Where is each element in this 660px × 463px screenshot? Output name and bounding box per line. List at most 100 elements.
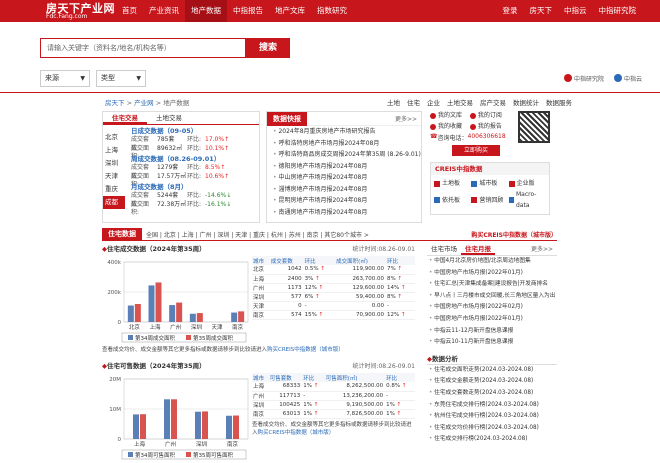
nav-industry-news[interactable]: 产业资讯 (143, 0, 185, 22)
list-item[interactable]: 住宅成交排行榜(2024.03-2024.08) (427, 434, 557, 446)
nav-library[interactable]: 地产文库 (269, 0, 311, 22)
city-item-active[interactable]: 成都 (103, 196, 125, 209)
list-item[interactable]: 住宅成交面积走势(2024.03-2024.08) (427, 365, 557, 377)
bulletin-item[interactable]: 2024年8月重庆房地产市场研究报告 (267, 126, 421, 138)
bulletin-item[interactable]: 呼和浩特房地产市场月报2024年08月 (267, 138, 421, 150)
stat-key: 成交面积: (131, 200, 150, 217)
tab-housing-deal[interactable]: 住宅交易 (103, 112, 147, 124)
link-data-service[interactable]: 数据服务 (546, 97, 572, 107)
list-item[interactable]: 中国房地产市场月报(2022年01月) (427, 268, 557, 280)
research-institute-link[interactable]: 中指研究院 (593, 0, 643, 22)
type-select[interactable]: 类型 ▼ (96, 69, 146, 87)
source-select[interactable]: 来源 ▼ (40, 69, 90, 87)
breadcrumb-fang[interactable]: 房天下 (105, 99, 125, 107)
data-bulletin-box: 数据快报 更多>> 2024年8月重庆房地产市场研究报告 呼和浩特房地产市场月报… (266, 111, 422, 223)
list-item[interactable]: 中国房地产市场月报(2022年02月) (427, 302, 557, 314)
link-enterprise[interactable]: 企业 (427, 97, 440, 107)
link-land[interactable]: 土地 (387, 97, 400, 107)
stat-row: 成交套数: 785套 环比: 17.0% ↑ (131, 136, 259, 152)
city-item[interactable]: 深圳 (103, 157, 125, 170)
table-cell: 深圳 (252, 400, 269, 410)
bulletin-item[interactable]: 呼和浩特商品房成交周报2024年第35周 (8.26-9.01) (267, 149, 421, 161)
bulletin-item[interactable]: 中山房地产市场月报2024年08月 (267, 172, 421, 184)
period-label: 统计时间: (352, 363, 379, 370)
tool-links: 我的文库 我的订阅 我的收藏 我的报告 (430, 111, 506, 131)
table-cell: 8% ↑ (386, 274, 415, 284)
link-house-trade[interactable]: 房产交易 (480, 97, 506, 107)
site-logo[interactable]: 房天下产业网 Fdc.Fang.com (46, 3, 116, 20)
stat-change: -16.1% (205, 200, 227, 208)
brand-research[interactable]: 中指研究院 (563, 74, 604, 83)
list-item[interactable]: 中指云11-12月新开盘信息课报 (427, 326, 557, 338)
creis-city[interactable]: 城市板 (471, 178, 508, 189)
nav-reports[interactable]: 中指报告 (227, 0, 269, 22)
bulletin-item[interactable]: 德阳房地产市场月报2024年08月 (267, 161, 421, 173)
zhizhi-cloud-link[interactable]: 中指云 (558, 0, 593, 22)
tool-my-reports[interactable]: 我的报告 (469, 122, 506, 131)
table-cell: 3% ↑ (303, 274, 336, 284)
login-link[interactable]: 登录 (497, 0, 524, 22)
list-item[interactable]: 中国房地产市场月报(2022年01月) (427, 314, 557, 326)
nav-index-research[interactable]: 指数研究 (311, 0, 353, 22)
link-statistics[interactable]: 数据统计 (513, 97, 539, 107)
tab-land-deal[interactable]: 土地交易 (147, 112, 191, 124)
x-tick-label: 北京 (129, 323, 141, 331)
week-deal-title[interactable]: 周成交数据（08.26-09.01） (131, 155, 259, 164)
month-deal-title[interactable]: 月成交数据（8月） (131, 183, 259, 192)
day-deal-title[interactable]: 日成交数据（09-05） (131, 127, 259, 136)
buy-creis-link[interactable]: 购买CREIS中指数据（城市版） (471, 230, 557, 239)
tool-my-favorites[interactable]: 我的收藏 (430, 122, 466, 131)
creis-enterprise[interactable]: 企业版 (508, 178, 546, 189)
list-item[interactable]: 住宅成交套数走势(2024.03-2024.08) (427, 388, 557, 400)
bulletin-more-link[interactable]: 更多>> (395, 114, 421, 123)
creis-macro[interactable]: Macro-data (508, 189, 546, 211)
link-land-trade[interactable]: 土地交易 (447, 97, 473, 107)
creis-box: CREIS中指数据 土地板 城市板 企业版 依托板 营销回顾 Macro-dat… (430, 162, 550, 215)
tool-my-library[interactable]: 我的文库 (430, 111, 466, 120)
city-item[interactable]: 北京 (103, 131, 125, 144)
nav-home[interactable]: 首页 (116, 0, 143, 22)
search-button[interactable]: 搜索 (246, 38, 290, 58)
tab-housing-monthly[interactable]: 住宅月报 (461, 243, 495, 255)
breadcrumb-industry[interactable]: 产业网 (134, 99, 154, 107)
category-links: 土地 住宅 企业 土地交易 房产交易 数据统计 数据服务 (387, 97, 572, 107)
tab-housing-market[interactable]: 住宅市场 (427, 243, 461, 255)
fang-link[interactable]: 房天下 (524, 0, 559, 22)
brand-cloud[interactable]: 中指云 (613, 74, 642, 83)
list-item[interactable]: 住宅成交金额走势(2024.03-2024.08) (427, 376, 557, 388)
arrow-down-icon: ↓ (226, 192, 232, 199)
note-link[interactable]: 购买CREIS中指数据（城市版） (267, 347, 344, 353)
buy-now-button[interactable]: 立即购买 (452, 145, 500, 156)
list-item[interactable]: 东莞住宅成交排行榜(2024.03-2024.08) (427, 400, 557, 412)
city-item[interactable]: 上海 (103, 144, 125, 157)
tool-my-subscriptions[interactable]: 我的订阅 (469, 111, 506, 120)
bulletin-item[interactable]: 昆明房地产市场月报2024年08月 (267, 195, 421, 207)
list-item[interactable]: 中国4月北京房价地图/北京周边地图集 (427, 256, 557, 268)
link-housing[interactable]: 住宅 (407, 97, 420, 107)
x-tick-label: 广州 (165, 440, 176, 448)
list-item[interactable]: 住宅汇总|天津集成备案|建设报告|开发商排名 (427, 279, 557, 291)
section-city-links[interactable]: 全国 | 北京 | 上海 | 广州 | 深圳 | 天津 | 重庆 | 杭州 | … (142, 230, 369, 239)
city-item[interactable]: 重庆 (103, 183, 125, 196)
table-cell: 574 (269, 310, 304, 320)
list-item[interactable]: 中指云10-11月新开盘信息课报 (427, 337, 557, 349)
bulletin-item[interactable]: 南通房地产市场月报2024年08月 (267, 207, 421, 219)
creis-marketing[interactable]: 营销回顾 (471, 189, 508, 211)
side-more-link[interactable]: 更多>> (527, 243, 557, 255)
top-bar: 房天下产业网 Fdc.Fang.com 首页 产业资讯 地产数据 中指报告 地产… (0, 0, 660, 22)
list-item[interactable]: 早八点丨三月楼市成交回暖,长三角地区量入为出 (427, 291, 557, 303)
tool-label: 我的报告 (477, 123, 502, 130)
bulletin-item[interactable]: 淄博房地产市场月报2024年08月 (267, 184, 421, 196)
city-item[interactable]: 天津 (103, 170, 125, 183)
deal-stats: 日成交数据（09-05） 成交套数: 785套 环比: 17.0% ↑ 成交面积: 896… (125, 125, 259, 217)
tool-label: 我的收藏 (438, 123, 463, 130)
list-item[interactable]: 杭州住宅成交排行榜(2024.03-2024.08) (427, 411, 557, 423)
supply-table: 城市 可售套数 环比 可售面积(㎡) 环比 上海 68333 1% ↑ 8,262,500.00… (252, 373, 415, 461)
nav-estate-data[interactable]: 地产数据 (185, 0, 227, 22)
note-link[interactable]: 购买CREIS中指数据（城市版） (258, 430, 335, 436)
list-item[interactable]: 住宅成交均价排行榜(2024.03-2024.08) (427, 423, 557, 435)
creis-land[interactable]: 土地板 (434, 178, 471, 189)
enterprise-icon (508, 180, 515, 187)
creis-support[interactable]: 依托板 (434, 189, 471, 211)
search-input[interactable]: 请输入关键字（资料名/地名/机构名等） (40, 38, 246, 58)
